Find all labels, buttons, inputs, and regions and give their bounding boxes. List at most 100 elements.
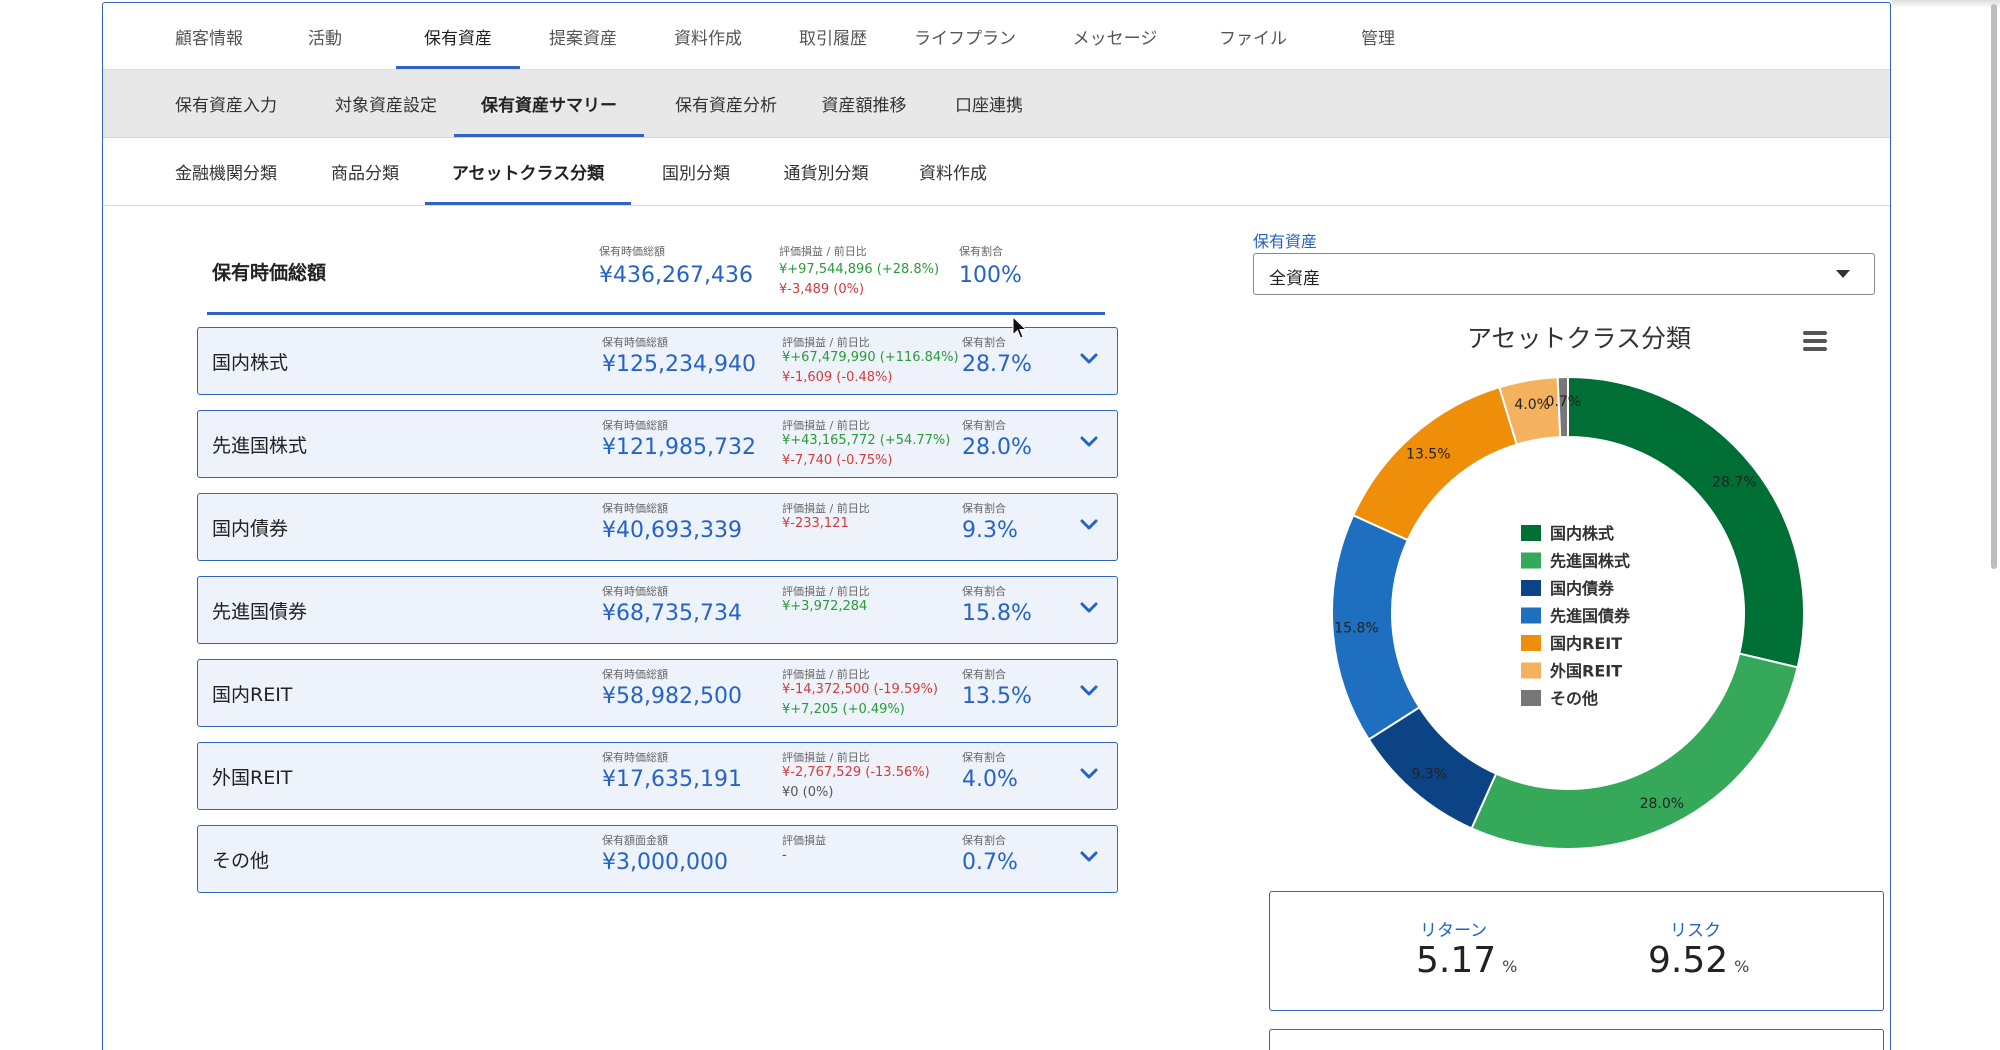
legend-item[interactable]: 国内債券 — [1550, 579, 1615, 598]
tab-proposal[interactable]: 提案資産 — [521, 3, 645, 69]
tab-files[interactable]: ファイル — [1191, 3, 1315, 69]
asset-share-label: 保有割合 — [962, 751, 1006, 764]
donut-slice[interactable] — [1470, 652, 1799, 850]
tab-country-class[interactable]: 国別分類 — [641, 138, 751, 205]
legend-swatch — [1521, 525, 1541, 541]
asset-pnl: ¥-2,767,529 (-13.56%) — [782, 765, 930, 780]
legend-item[interactable]: 先進国債券 — [1550, 607, 1631, 626]
asset-pnl-label: 評価損益 / 前日比 — [782, 419, 870, 432]
tab-asset-class[interactable]: アセットクラス分類 — [425, 138, 631, 205]
donut-slice-label: 28.7% — [1712, 474, 1756, 490]
tab-asset-trend[interactable]: 資産額推移 — [803, 70, 925, 137]
donut-slice-label: 28.0% — [1640, 796, 1684, 812]
chevron-down-icon[interactable] — [1078, 516, 1100, 534]
chart-menu-icon[interactable] — [1803, 331, 1827, 351]
asset-share: 4.0% — [962, 767, 1018, 792]
risk-unit: % — [1734, 957, 1750, 976]
chevron-down-icon[interactable] — [1078, 350, 1100, 368]
asset-value-label: 保有時価総額 — [602, 502, 668, 515]
content-frame: 顧客情報 活動 保有資産 提案資産 資料作成 取引履歴 ライフプラン メッセージ… — [102, 2, 1891, 1050]
asset-value-label: 保有時価総額 — [602, 668, 668, 681]
chevron-down-icon[interactable] — [1078, 599, 1100, 617]
asset-value-label: 保有時価総額 — [602, 336, 668, 349]
asset-value-label: 保有時価総額 — [602, 419, 668, 432]
asset-pnl: ¥-14,372,500 (-19.59%) — [782, 682, 938, 697]
asset-class-row[interactable]: 国内債券 保有時価総額 ¥40,693,339 評価損益 / 前日比 ¥-233,121… — [197, 493, 1118, 561]
risk-value: 9.52 — [1648, 940, 1729, 981]
summary-day-change: ¥-3,489 (0%) — [779, 282, 865, 297]
asset-class-name: 国内REIT — [212, 684, 293, 706]
tab-messages[interactable]: メッセージ — [1048, 3, 1182, 69]
donut-slice[interactable] — [1351, 385, 1519, 542]
tab-customer-info[interactable]: 顧客情報 — [151, 3, 267, 69]
holding-filter-value: 全資産 — [1269, 269, 1320, 289]
holding-filter-select[interactable]: 全資産 — [1253, 253, 1875, 295]
asset-day-change: ¥0 (0%) — [782, 785, 834, 800]
legend-swatch — [1521, 690, 1541, 706]
tab-holdings-input[interactable]: 保有資産入力 — [151, 70, 301, 137]
asset-class-name: 先進国株式 — [212, 435, 308, 457]
tab-holdings-analysis[interactable]: 保有資産分析 — [651, 70, 801, 137]
asset-class-name: 国内債券 — [212, 518, 289, 540]
asset-share-label: 保有割合 — [962, 585, 1006, 598]
asset-pnl-label: 評価損益 — [782, 834, 826, 847]
asset-pnl: - — [782, 848, 787, 863]
asset-share: 15.8% — [962, 601, 1032, 626]
chevron-down-icon[interactable] — [1078, 682, 1100, 700]
tab-activity[interactable]: 活動 — [275, 3, 375, 69]
secondary-panel — [1269, 1029, 1884, 1050]
asset-class-row[interactable]: 外国REIT 保有時価総額 ¥17,635,191 評価損益 / 前日比 ¥-2,767… — [197, 742, 1118, 810]
tab-target-assets[interactable]: 対象資産設定 — [315, 70, 457, 137]
tab-lifeplan[interactable]: ライフプラン — [903, 3, 1027, 69]
asset-value: ¥125,234,940 — [602, 352, 756, 377]
tab-holdings-summary[interactable]: 保有資産サマリー — [454, 70, 644, 137]
donut-slice-label: 0.7% — [1546, 394, 1582, 410]
tab-institution-class[interactable]: 金融機関分類 — [151, 138, 301, 205]
legend-item[interactable]: 外国REIT — [1549, 662, 1622, 681]
asset-class-row[interactable]: 先進国株式 保有時価総額 ¥121,985,732 評価損益 / 前日比 ¥+43,16… — [197, 410, 1118, 478]
asset-class-row[interactable]: 先進国債券 保有時価総額 ¥68,735,734 評価損益 / 前日比 ¥+3,972,… — [197, 576, 1118, 644]
asset-share: 9.3% — [962, 518, 1018, 543]
chevron-down-icon[interactable] — [1078, 765, 1100, 783]
tab-documents[interactable]: 資料作成 — [646, 3, 770, 69]
chevron-down-icon[interactable] — [1078, 848, 1100, 866]
legend-swatch — [1521, 552, 1541, 569]
tab-admin[interactable]: 管理 — [1316, 3, 1440, 69]
tab-holdings[interactable]: 保有資産 — [396, 3, 520, 69]
main-tab-bar: 顧客情報 活動 保有資産 提案資産 資料作成 取引履歴 ライフプラン メッセージ… — [103, 3, 1890, 70]
legend-item[interactable]: 国内株式 — [1550, 524, 1614, 543]
asset-day-change: ¥-1,609 (-0.48%) — [782, 370, 893, 385]
tab-account-link[interactable]: 口座連携 — [933, 70, 1045, 137]
legend-item[interactable]: 国内REIT — [1550, 634, 1622, 653]
summary-share-label: 保有割合 — [959, 245, 1003, 258]
asset-share: 28.0% — [962, 435, 1032, 460]
asset-class-name: その他 — [212, 850, 270, 872]
tab-product-class[interactable]: 商品分類 — [315, 138, 415, 205]
asset-share-label: 保有割合 — [962, 502, 1006, 515]
asset-class-row[interactable]: 国内株式 保有時価総額 ¥125,234,940 評価損益 / 前日比 ¥+67,479… — [197, 327, 1118, 395]
legend-item[interactable]: 先進国株式 — [1550, 552, 1630, 571]
asset-day-change: ¥+7,205 (+0.49%) — [782, 702, 905, 717]
chevron-down-icon[interactable] — [1078, 433, 1100, 451]
tab-transactions[interactable]: 取引履歴 — [771, 3, 895, 69]
asset-class-name: 先進国債券 — [212, 601, 308, 623]
asset-share: 13.5% — [962, 684, 1032, 709]
tab-create-doc[interactable]: 資料作成 — [897, 138, 1009, 205]
asset-pnl: ¥-233,121 — [782, 516, 849, 531]
asset-pnl-label: 評価損益 / 前日比 — [782, 668, 870, 681]
asset-class-row[interactable]: その他 保有額面金額 ¥3,000,000 評価損益 - 保有割合 0.7% — [197, 825, 1118, 893]
tab-currency-class[interactable]: 通貨別分類 — [763, 138, 889, 205]
return-value-wrap: 5.17% — [1416, 940, 1517, 981]
legend-swatch — [1521, 607, 1541, 624]
asset-class-row[interactable]: 国内REIT 保有時価総額 ¥58,982,500 評価損益 / 前日比 ¥-14,37… — [197, 659, 1118, 727]
scrollbar-thumb[interactable] — [1991, 4, 1997, 569]
page-scrollbar[interactable] — [1988, 0, 2000, 580]
legend-item[interactable]: その他 — [1550, 689, 1598, 708]
legend-swatch — [1521, 580, 1541, 596]
asset-value-label: 保有額面金額 — [602, 834, 668, 847]
asset-pnl: ¥+67,479,990 (+116.84%) — [782, 350, 959, 365]
asset-pnl-label: 評価損益 / 前日比 — [782, 585, 870, 598]
return-value: 5.17 — [1416, 940, 1497, 981]
asset-share-label: 保有割合 — [962, 336, 1006, 349]
summary-pnl: ¥+97,544,896 (+28.8%) — [779, 262, 940, 277]
